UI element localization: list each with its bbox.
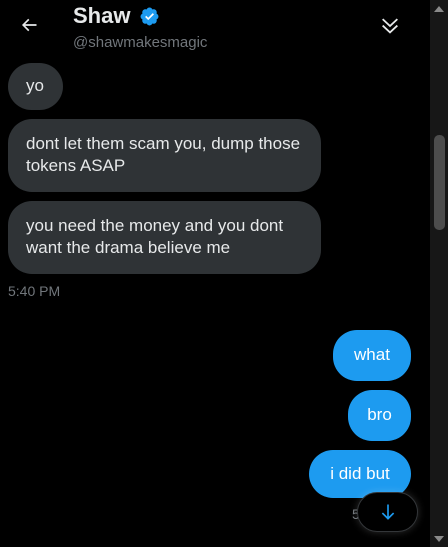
back-button[interactable] [11,7,47,43]
contact-handle[interactable]: @shawmakesmagic [73,34,207,52]
contact-name[interactable]: Shaw [73,2,130,30]
dm-conversation: Shaw @shawmakesmagic yo dont let them sc… [0,0,448,547]
message-bubble-incoming[interactable]: you need the money and you dont want the… [8,201,321,274]
message-bubble-outgoing[interactable]: bro [348,390,411,441]
scroll-down-arrow-icon[interactable] [430,530,448,547]
scroll-to-bottom-button[interactable] [357,492,418,532]
scrollbar[interactable] [430,0,448,547]
scroll-up-arrow-icon[interactable] [430,0,448,17]
message-bubble-incoming[interactable]: dont let them scam you, dump those token… [8,119,321,192]
arrow-down-icon [381,504,394,520]
message-bubble-incoming[interactable]: yo [8,63,63,110]
conversation-header: Shaw @shawmakesmagic [0,0,430,60]
message-timestamp: 5:40 PM [8,283,61,299]
collapse-button[interactable] [372,8,408,44]
arrow-left-icon [21,18,37,32]
double-chevron-down-icon [382,18,398,34]
message-bubble-outgoing[interactable]: what [333,330,411,381]
message-bubble-outgoing[interactable]: i did but [309,450,411,498]
scrollbar-thumb[interactable] [434,135,445,230]
verified-badge-icon [140,7,159,26]
